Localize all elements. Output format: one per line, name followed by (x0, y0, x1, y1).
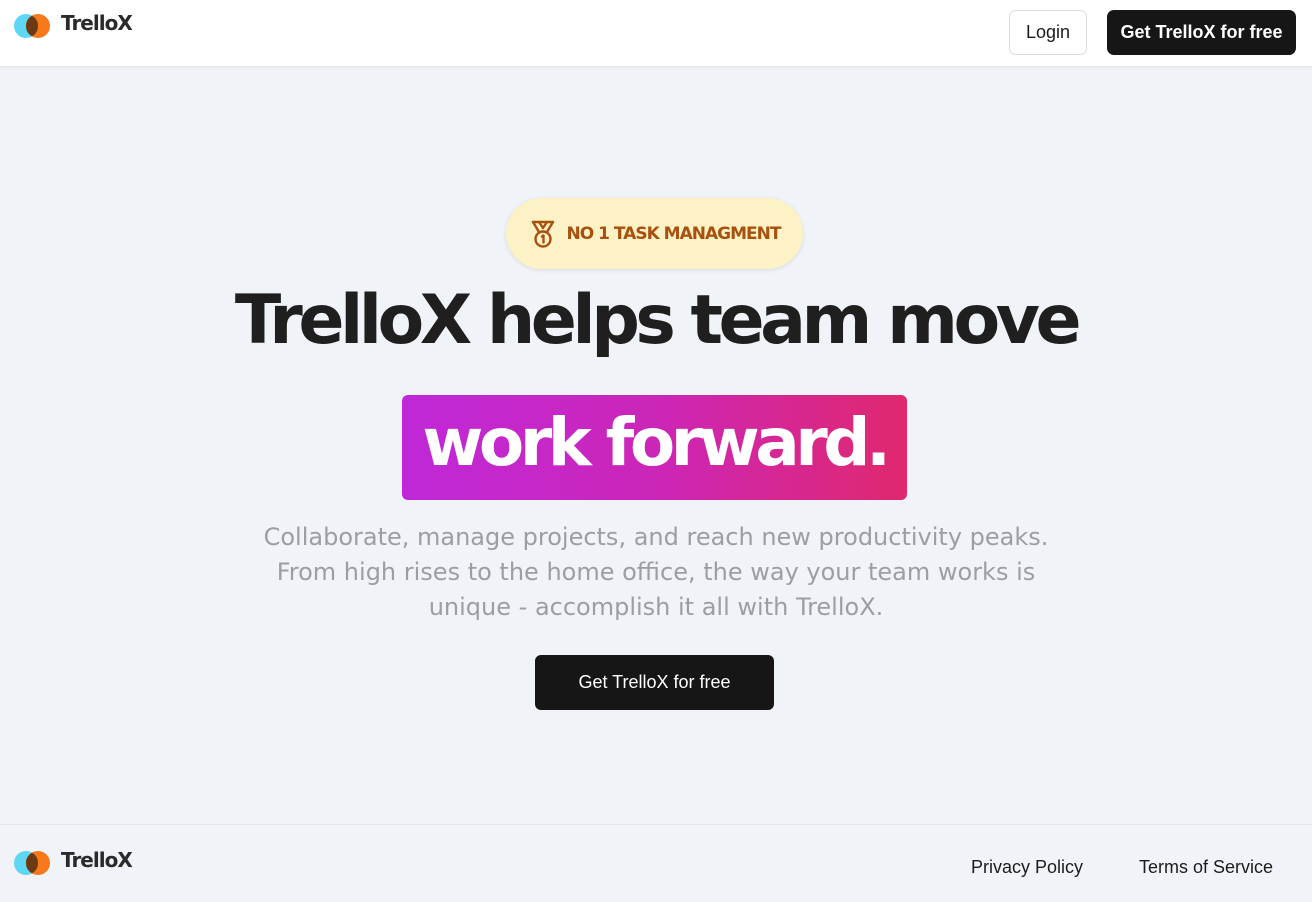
highlight-text: work forward. (422, 404, 891, 481)
footer-brand-name: TrelloX (61, 848, 133, 872)
badge-label: NO 1 TASK MANAGMENT (566, 223, 782, 244)
hero-description: Collaborate, manage projects, and reach … (0, 520, 1312, 625)
brand-logo[interactable]: TrelloX (14, 11, 133, 38)
site-footer: TrelloX Privacy Policy Terms of Service (0, 824, 1312, 902)
medal-icon (529, 219, 557, 249)
logo-icon (14, 851, 52, 875)
logo-icon (14, 14, 52, 38)
description-line: From high rises to the home office, the … (276, 558, 1036, 586)
terms-of-service-link[interactable]: Terms of Service (1139, 857, 1273, 878)
highlight-banner: work forward. (402, 395, 907, 500)
get-started-hero-button[interactable]: Get TrelloX for free (535, 655, 774, 710)
privacy-policy-link[interactable]: Privacy Policy (971, 857, 1083, 878)
footer-brand-logo[interactable]: TrelloX (14, 848, 133, 875)
rank-badge: NO 1 TASK MANAGMENT (506, 198, 803, 269)
login-button[interactable]: Login (1009, 10, 1087, 55)
site-header: TrelloX Login Get TrelloX for free (0, 0, 1312, 67)
get-started-header-button[interactable]: Get TrelloX for free (1107, 10, 1296, 55)
description-line: unique - accomplish it all with TrelloX. (428, 593, 884, 621)
description-line: Collaborate, manage projects, and reach … (263, 523, 1049, 551)
brand-name: TrelloX (61, 11, 133, 35)
hero-headline: TrelloX helps team move (234, 281, 1082, 360)
